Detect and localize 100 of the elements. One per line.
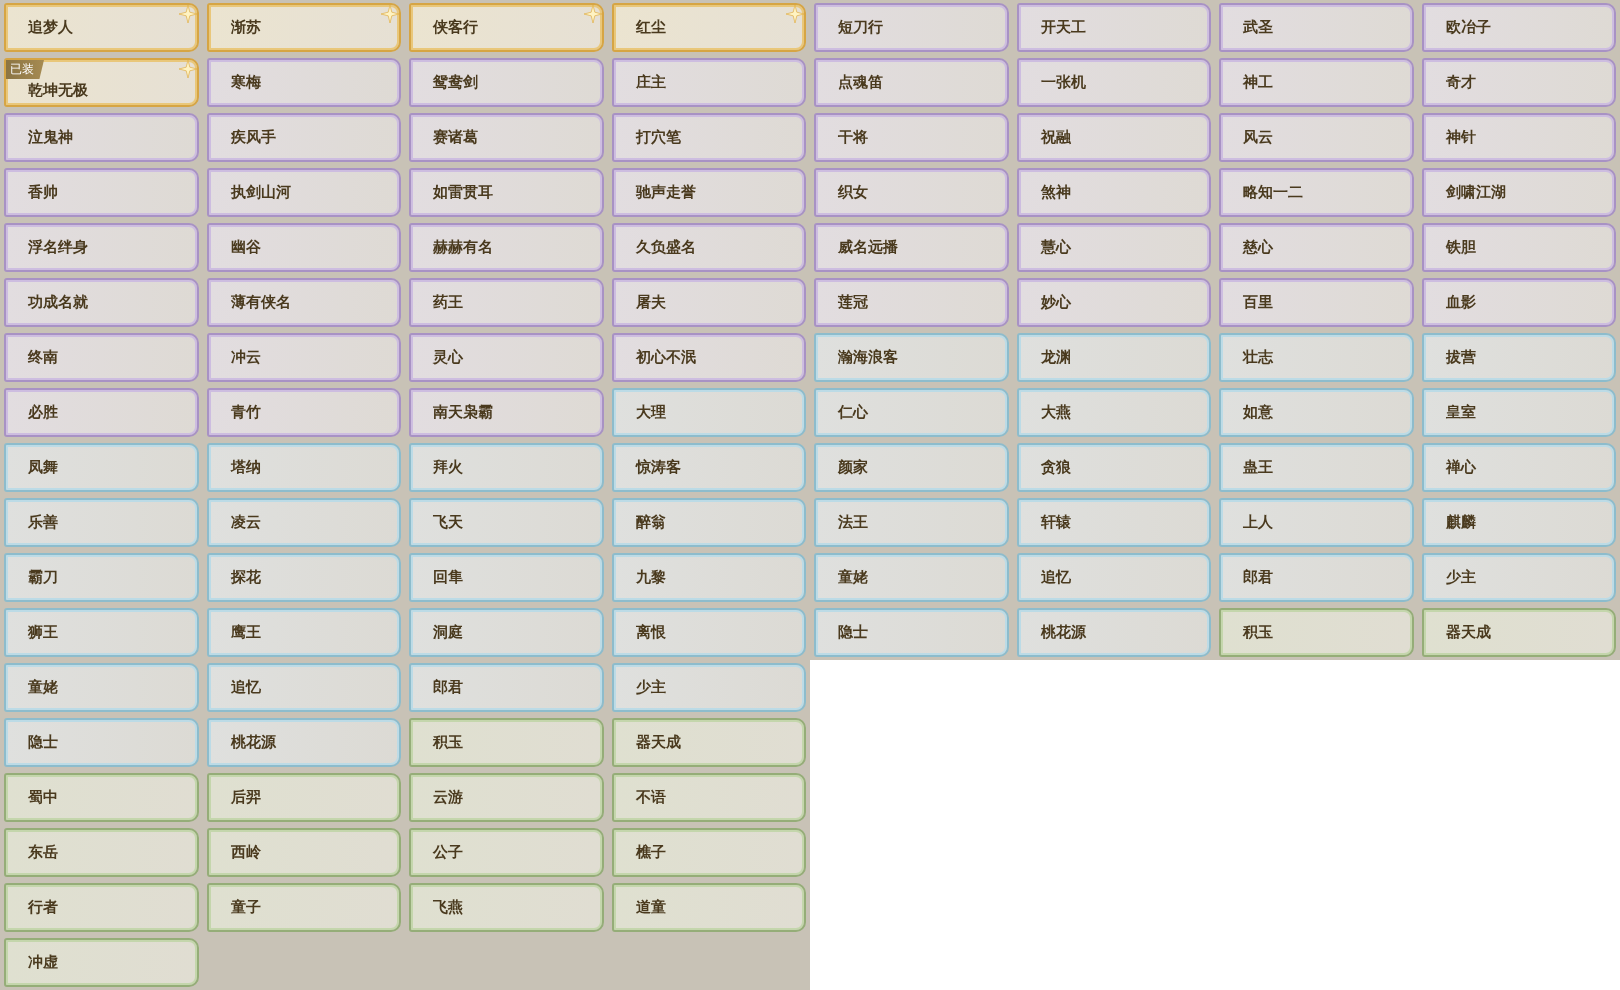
title-card[interactable]: 神工 [1219, 58, 1414, 107]
title-card[interactable]: 塔纳 [206, 443, 401, 492]
title-card[interactable]: 大理 [611, 388, 806, 437]
title-card[interactable]: 剑啸江湖 [1421, 168, 1616, 217]
title-card[interactable]: 血影 [1421, 278, 1616, 327]
title-card[interactable]: 赛诸葛 [409, 113, 604, 162]
title-card[interactable]: 禅心 [1421, 443, 1616, 492]
title-card[interactable]: 贪狼 [1016, 443, 1211, 492]
title-card[interactable]: 泣鬼神 [4, 113, 199, 162]
title-card[interactable]: 凌云 [206, 498, 401, 547]
title-card[interactable]: 药王 [409, 278, 604, 327]
title-card[interactable]: 妙心 [1016, 278, 1211, 327]
title-card[interactable]: 麒麟 [1421, 498, 1616, 547]
title-card[interactable]: 惊涛客 [611, 443, 806, 492]
title-card[interactable]: 短刀行 [814, 3, 1009, 52]
title-card[interactable]: 道童 [611, 883, 806, 932]
title-card[interactable]: 公子 [409, 828, 604, 877]
title-card[interactable]: 少主 [611, 663, 806, 712]
title-card[interactable]: 冲云 [206, 333, 401, 382]
title-card[interactable]: 云游 [409, 773, 604, 822]
title-card[interactable]: 蜀中 [4, 773, 199, 822]
title-card[interactable]: 郎君 [1219, 553, 1414, 602]
title-card[interactable]: 略知一二 [1219, 168, 1414, 217]
title-card[interactable]: 后羿 [206, 773, 401, 822]
title-card[interactable]: 少主 [1421, 553, 1616, 602]
title-card[interactable]: 南天枭霸 [409, 388, 604, 437]
title-card[interactable]: 童姥 [4, 663, 199, 712]
title-card[interactable]: 大燕 [1016, 388, 1211, 437]
title-card[interactable]: 神针 [1421, 113, 1616, 162]
title-card[interactable]: 蛊王 [1219, 443, 1414, 492]
title-card[interactable]: 武圣 [1219, 3, 1414, 52]
title-card[interactable]: 飞天 [409, 498, 604, 547]
title-card[interactable]: 隐士 [4, 718, 199, 767]
title-card[interactable]: 青竹 [206, 388, 401, 437]
title-card[interactable]: 器天成 [611, 718, 806, 767]
title-card[interactable]: 冲虚 [4, 938, 199, 987]
title-card[interactable]: 奇才 [1421, 58, 1616, 107]
title-card[interactable]: 久负盛名 [611, 223, 806, 272]
title-card[interactable]: 疾风手 [206, 113, 401, 162]
title-card[interactable]: 桃花源 [206, 718, 401, 767]
title-card[interactable]: 威名远播 [814, 223, 1009, 272]
title-card[interactable]: 庄主 [611, 58, 806, 107]
title-card[interactable]: 颜家 [814, 443, 1009, 492]
title-card[interactable]: 童子 [206, 883, 401, 932]
title-card[interactable]: 鹰王 [206, 608, 401, 657]
title-card[interactable]: 点魂笛 [814, 58, 1009, 107]
title-card[interactable]: 初心不泯 [611, 333, 806, 382]
title-card[interactable]: 如雷贯耳 [409, 168, 604, 217]
title-card[interactable]: 侠客行 [409, 3, 604, 52]
title-card[interactable]: 洞庭 [409, 608, 604, 657]
title-card[interactable]: 拜火 [409, 443, 604, 492]
title-card[interactable]: 已装 乾坤无极 [4, 58, 199, 107]
title-card[interactable]: 煞神 [1016, 168, 1211, 217]
title-card[interactable]: 东岳 [4, 828, 199, 877]
title-card[interactable]: 隐士 [814, 608, 1009, 657]
title-card[interactable]: 器天成 [1421, 608, 1616, 657]
title-card[interactable]: 织女 [814, 168, 1009, 217]
title-card[interactable]: 幽谷 [206, 223, 401, 272]
title-card[interactable]: 积玉 [1219, 608, 1414, 657]
title-card[interactable]: 香帅 [4, 168, 199, 217]
title-card[interactable]: 上人 [1219, 498, 1414, 547]
title-card[interactable]: 鸳鸯剑 [409, 58, 604, 107]
title-card[interactable]: 灵心 [409, 333, 604, 382]
title-card[interactable]: 欧冶子 [1421, 3, 1616, 52]
title-card[interactable]: 桃花源 [1016, 608, 1211, 657]
title-card[interactable]: 行者 [4, 883, 199, 932]
title-card[interactable]: 狮王 [4, 608, 199, 657]
title-card[interactable]: 薄有侠名 [206, 278, 401, 327]
title-card[interactable]: 铁胆 [1421, 223, 1616, 272]
title-card[interactable]: 赫赫有名 [409, 223, 604, 272]
title-card[interactable]: 童姥 [814, 553, 1009, 602]
title-card[interactable]: 郎君 [409, 663, 604, 712]
title-card[interactable]: 寒梅 [206, 58, 401, 107]
title-card[interactable]: 打穴笔 [611, 113, 806, 162]
title-card[interactable]: 龙渊 [1016, 333, 1211, 382]
title-card[interactable]: 干将 [814, 113, 1009, 162]
title-card[interactable]: 乐善 [4, 498, 199, 547]
title-card[interactable]: 壮志 [1219, 333, 1414, 382]
title-card[interactable]: 追梦人 [4, 3, 199, 52]
title-card[interactable]: 拔营 [1421, 333, 1616, 382]
title-card[interactable]: 开天工 [1016, 3, 1211, 52]
title-card[interactable]: 樵子 [611, 828, 806, 877]
title-card[interactable]: 回隼 [409, 553, 604, 602]
title-card[interactable]: 功成名就 [4, 278, 199, 327]
title-card[interactable]: 驰声走誉 [611, 168, 806, 217]
title-card[interactable]: 轩辕 [1016, 498, 1211, 547]
title-card[interactable]: 渐苏 [206, 3, 401, 52]
title-card[interactable]: 凤舞 [4, 443, 199, 492]
title-card[interactable]: 风云 [1219, 113, 1414, 162]
title-card[interactable]: 屠夫 [611, 278, 806, 327]
title-card[interactable]: 追忆 [1016, 553, 1211, 602]
title-card[interactable]: 离恨 [611, 608, 806, 657]
title-card[interactable]: 醉翁 [611, 498, 806, 547]
title-card[interactable]: 西岭 [206, 828, 401, 877]
title-card[interactable]: 霸刀 [4, 553, 199, 602]
title-card[interactable]: 慈心 [1219, 223, 1414, 272]
title-card[interactable]: 仁心 [814, 388, 1009, 437]
title-card[interactable]: 如意 [1219, 388, 1414, 437]
title-card[interactable]: 九黎 [611, 553, 806, 602]
title-card[interactable]: 积玉 [409, 718, 604, 767]
